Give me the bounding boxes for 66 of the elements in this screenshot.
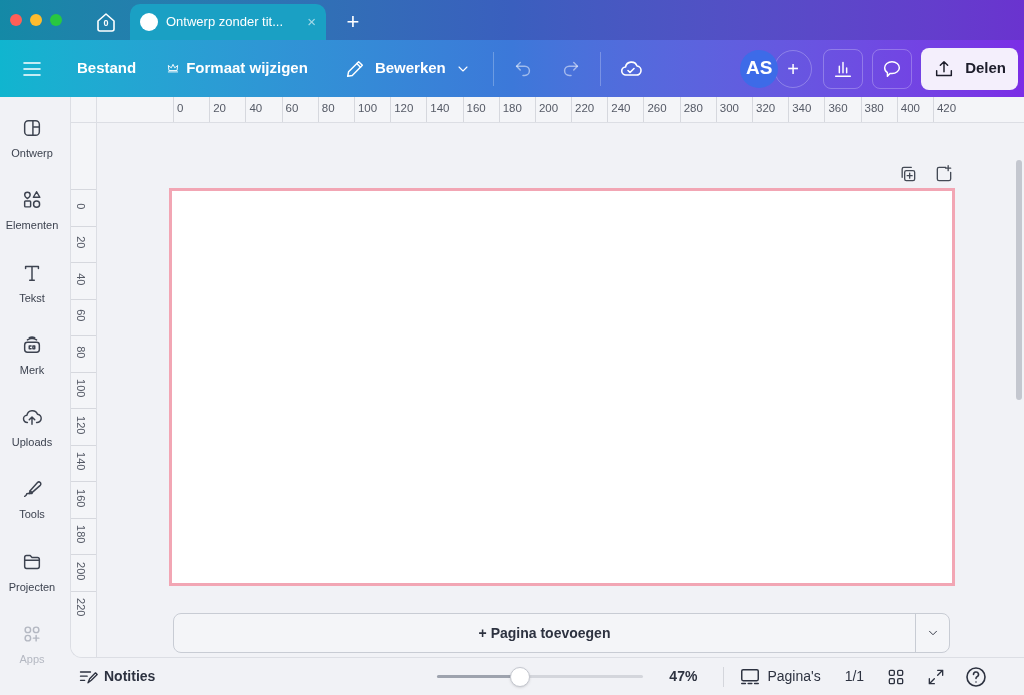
layout-icon [21,117,43,139]
notes-button[interactable]: Notities [78,666,156,687]
insights-button[interactable] [823,48,864,89]
ruler-label: 0 [177,101,184,116]
ruler-label: 340 [792,101,812,116]
comment-button[interactable] [872,48,913,89]
ruler-label: 240 [611,101,631,116]
ruler-label: 400 [900,101,920,116]
ruler-label: 180 [75,524,87,546]
ruler-label: 40 [249,101,263,116]
ruler-label: 120 [394,101,414,116]
crown-icon [166,61,181,76]
ruler-label: 20 [75,235,87,251]
ruler-label: 200 [75,560,87,583]
sidebar-item[interactable]: Uploads [0,406,64,479]
zoom-percentage[interactable]: 47% [669,666,698,687]
sidebar-item[interactable]: Elementen [0,189,64,262]
ruler-label: 60 [285,101,299,116]
page-count: 1/1 [844,667,865,686]
ruler-label: 280 [683,101,703,116]
zoom-slider-thumb[interactable] [509,666,530,687]
ruler-label: 0 [75,201,87,212]
ruler-label: 40 [75,271,87,288]
page-plus-icon [934,163,954,184]
share-button[interactable]: Delen [921,47,1018,90]
pages-button[interactable]: Pagina's [739,665,821,688]
house-icon [94,10,118,34]
ruler-label: 20 [213,101,226,116]
sidebar-item[interactable]: Tools [0,478,64,551]
ruler-label: 80 [321,101,335,116]
help-button[interactable] [964,664,989,689]
home-tab[interactable]: 0 [86,4,126,40]
brand-icon [21,333,43,356]
ruler-label: 140 [75,451,87,473]
edit-menu[interactable]: Bewerken [343,57,471,80]
ruler-label: 260 [647,101,667,116]
sidebar-item[interactable]: Ontwerp [0,117,64,190]
ruler-label: 120 [75,414,87,437]
minimize-window-button[interactable] [30,14,42,26]
ruler-label: 180 [502,101,522,116]
ruler-label: 60 [75,308,87,324]
ruler-label: 360 [828,101,848,116]
canva-logo-icon [140,13,158,31]
ruler-label: 160 [75,487,87,510]
zoom-slider[interactable] [437,666,644,687]
ruler-label: 160 [466,101,486,116]
ruler-label: 300 [719,101,739,116]
help-icon [964,664,989,689]
sidebar-item[interactable]: Tekst [0,261,64,334]
ruler-label: 220 [575,101,595,116]
maximize-window-button[interactable] [50,14,62,26]
ruler-label: 140 [430,101,450,116]
ruler-label: 100 [75,378,87,400]
ruler-label: 220 [75,597,87,619]
ruler-label: 380 [864,101,884,116]
close-window-button[interactable] [10,14,22,26]
ruler-label: 200 [538,101,559,116]
ruler-label: 80 [75,344,87,361]
new-tab-button[interactable]: + [338,4,368,40]
user-avatar[interactable]: AS [740,49,779,88]
ruler-label: 320 [756,101,776,116]
tab-title: Ontwerp zonder tit... [166,13,285,32]
sidebar-item[interactable]: Merk [0,333,64,406]
ruler-label: 100 [357,101,378,116]
sidebar-item[interactable]: Projecten [0,550,64,623]
ruler-label: 420 [936,101,957,116]
